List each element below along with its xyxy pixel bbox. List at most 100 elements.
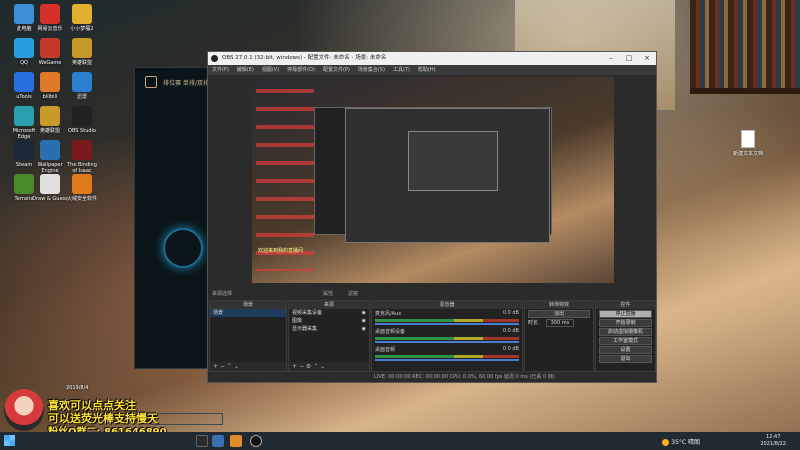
control-button[interactable]: 退出 [599, 355, 652, 363]
control-button[interactable]: 启动虚拟摄像机 [599, 328, 652, 336]
move-down-icon[interactable]: ⌄ [320, 363, 325, 370]
app-icon [40, 72, 60, 92]
control-button[interactable]: 工作室模式 [599, 337, 652, 345]
control-button[interactable]: 设置 [599, 346, 652, 354]
app-icon [72, 140, 92, 160]
obs-titlebar[interactable]: OBS 27.0.1 (32-bit, windows) - 配置文件: 未命名… [208, 52, 656, 65]
menu-item[interactable]: 编辑(E) [237, 67, 254, 73]
desktop-icon-label: 火绒安全软件 [66, 196, 97, 202]
preview-icon-column [256, 81, 314, 271]
transition-duration: 时长 300 ms [525, 319, 593, 327]
menu-item[interactable]: 工具(T) [393, 67, 410, 73]
mixer-channel-name: 桌面音频设备 [375, 329, 406, 335]
desktop-icon[interactable]: 迅雷 [64, 72, 100, 100]
preview-nested-obs [345, 108, 550, 243]
menu-item[interactable]: 场景集合(S) [358, 67, 385, 73]
transition-type-select[interactable]: 淡出 [528, 310, 590, 318]
desktop-icon[interactable]: 小小梦魇2 [64, 4, 100, 32]
source-item[interactable]: 显示器采集 ◉ [289, 325, 369, 333]
desktop-icon[interactable]: 火绒安全软件 [64, 174, 100, 202]
eye-icon[interactable]: ◉ [362, 326, 366, 333]
scenes-dock: 场景 场景 + − ⌃ ⌄ [209, 300, 287, 372]
transitions-dock: 转场特效 淡出 时长 300 ms [524, 300, 594, 372]
preview-nested-preview [408, 131, 498, 191]
desktop-icon-label: 迅雷 [76, 94, 87, 100]
add-icon[interactable]: + [292, 363, 297, 370]
filters-button[interactable]: 滤镜 [348, 289, 358, 299]
scenes-dock-title: 场景 [210, 301, 286, 309]
eye-icon[interactable]: ◉ [362, 310, 366, 317]
app-icon [14, 38, 34, 58]
taskbar-app-icon[interactable] [196, 435, 208, 447]
desktop-icon[interactable]: bilibili [32, 72, 68, 100]
sun-icon [662, 439, 670, 446]
source-selection-label: 来源选择 [212, 291, 233, 297]
wallpaper-shelf-board [690, 88, 800, 94]
maximize-icon[interactable]: □ [620, 52, 638, 65]
desktop-icon[interactable]: 英雄联盟 [64, 38, 100, 66]
text-document-icon [741, 130, 755, 148]
obs-app-icon [211, 55, 218, 62]
taskbar-app-icon[interactable] [230, 435, 242, 447]
app-icon [72, 174, 92, 194]
weather-widget[interactable]: 35°C 晴朗 [662, 437, 700, 446]
sources-dock-footer: + − ⚙ ⌃ ⌄ [289, 362, 369, 371]
remove-icon[interactable]: − [220, 363, 225, 370]
menu-item[interactable]: 视图(V) [262, 67, 279, 73]
taskbar-app-icon[interactable] [212, 435, 224, 447]
duration-input[interactable]: 300 ms [545, 319, 575, 327]
volume-slider[interactable] [375, 341, 519, 343]
desktop-icon[interactable]: OBS Studio [64, 106, 100, 134]
app-icon [72, 72, 92, 92]
obs-window[interactable]: OBS 27.0.1 (32-bit, windows) - 配置文件: 未命名… [207, 51, 657, 383]
desktop-icon-label: Draw & Guess [32, 196, 68, 202]
remove-icon[interactable]: − [299, 363, 304, 370]
desktop-icon[interactable]: Wallpaper Engine [32, 140, 68, 174]
desktop-icon-label: bilibili [42, 94, 58, 100]
move-up-icon[interactable]: ⌃ [227, 363, 232, 370]
volume-slider[interactable] [375, 359, 519, 361]
desktop-icon-label: 英雄联盟 [71, 60, 92, 66]
control-button[interactable]: 开始录制 [599, 319, 652, 327]
windows-start-icon[interactable] [4, 435, 15, 446]
desktop-icon[interactable]: WeGame [32, 38, 68, 66]
close-icon[interactable]: × [638, 52, 656, 65]
source-item[interactable]: 图像 ◉ [289, 317, 369, 325]
desktop-icon-new-text-doc[interactable]: 新建文本文档 [730, 130, 766, 157]
gear-icon[interactable]: ⚙ [306, 363, 311, 370]
menu-item[interactable]: 帮助(H) [418, 67, 436, 73]
menu-item[interactable]: 停靠部件(D) [287, 67, 315, 73]
desktop-icon[interactable]: 网易云音乐 [32, 4, 68, 32]
sources-dock: 来源 视频采集设备 ◉ 图像 ◉ 显示器采集 ◉ + − ⚙ ⌃ ⌄ [288, 300, 370, 372]
taskbar-clock[interactable]: 12:47 2021/8/22 [760, 434, 786, 448]
duration-label: 时长 [528, 320, 539, 326]
move-up-icon[interactable]: ⌃ [313, 363, 318, 370]
add-icon[interactable]: + [213, 363, 218, 370]
app-icon [72, 106, 92, 126]
league-client-title: 排位赛 单排/双排 [163, 80, 209, 87]
properties-button[interactable]: 属性 [323, 289, 333, 299]
volume-meter [375, 337, 519, 340]
minimize-icon[interactable]: – [602, 52, 620, 65]
mixer-channel-name: 桌面音频 [375, 347, 396, 353]
mixer-channel: 麦克风/Aux 0.0 dB [372, 309, 522, 318]
source-item[interactable]: 视频采集设备 ◉ [289, 309, 369, 317]
menu-item[interactable]: 文件(F) [212, 67, 229, 73]
desktop-icon[interactable]: The Binding of Isaac [64, 140, 100, 174]
volume-meter [375, 355, 519, 358]
move-down-icon[interactable]: ⌄ [234, 363, 239, 370]
desktop-icon[interactable]: 英雄联盟 [32, 106, 68, 134]
obs-preview[interactable]: 欢迎来到我的直播间 [252, 77, 614, 283]
obs-taskbar-icon[interactable] [250, 435, 262, 447]
menu-item[interactable]: 配置文件(P) [323, 67, 350, 73]
scene-item[interactable]: 场景 [210, 309, 286, 317]
control-button[interactable]: 停止直播 [599, 310, 652, 318]
desktop-icon[interactable]: Draw & Guess [32, 174, 68, 202]
eye-icon[interactable]: ◉ [362, 318, 366, 325]
source-item-label: 视频采集设备 [292, 310, 323, 316]
volume-slider[interactable] [375, 323, 519, 325]
preview-nested-window [314, 107, 552, 243]
controls-dock-title: 控件 [596, 301, 655, 309]
streamer-avatar [4, 389, 44, 431]
app-icon [40, 140, 60, 160]
